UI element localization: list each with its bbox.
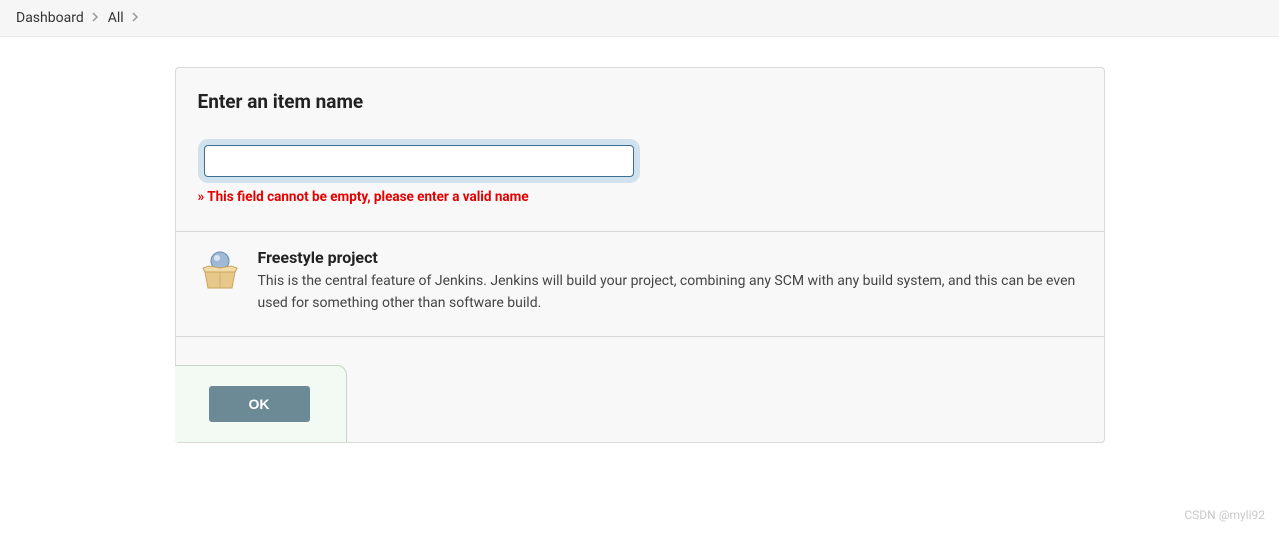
- watermark: CSDN @myli92: [1184, 508, 1265, 522]
- validation-error: » This field cannot be empty, please ent…: [198, 189, 1082, 205]
- project-type-title: Freestyle project: [258, 248, 1082, 267]
- chevron-right-icon: [92, 11, 100, 25]
- name-section: Enter an item name » This field cannot b…: [176, 68, 1104, 232]
- breadcrumb-dashboard[interactable]: Dashboard: [16, 10, 84, 26]
- form-footer: OK: [175, 365, 347, 442]
- new-item-form: Enter an item name » This field cannot b…: [175, 67, 1105, 443]
- breadcrumb-all[interactable]: All: [108, 10, 124, 26]
- chevron-right-icon: [132, 11, 140, 25]
- breadcrumb: Dashboard All: [0, 0, 1279, 37]
- input-focus-ring: [198, 139, 640, 183]
- freestyle-project-icon: [198, 248, 242, 292]
- item-name-input[interactable]: [204, 145, 634, 177]
- section-title: Enter an item name: [198, 90, 1082, 113]
- project-type-freestyle[interactable]: Freestyle project This is the central fe…: [176, 232, 1104, 337]
- project-type-description: This is the central feature of Jenkins. …: [258, 271, 1082, 314]
- ok-button[interactable]: OK: [209, 386, 310, 422]
- project-type-info: Freestyle project This is the central fe…: [258, 248, 1082, 314]
